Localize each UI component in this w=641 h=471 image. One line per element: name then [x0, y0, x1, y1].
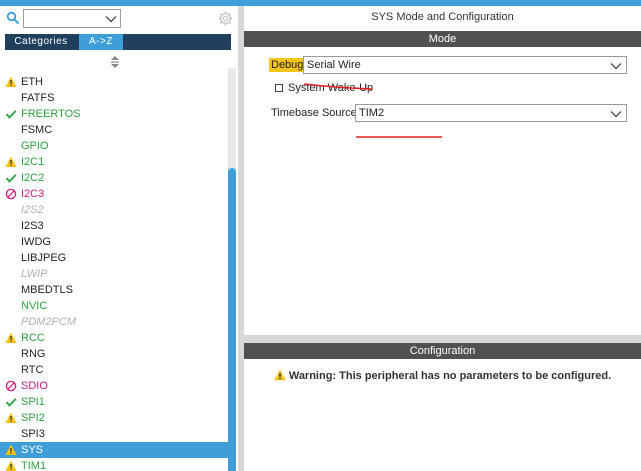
- peripheral-item-label: ETH: [21, 76, 43, 88]
- warning-icon: [5, 76, 17, 87]
- peripheral-item-label: I2S2: [21, 204, 44, 216]
- peripheral-item[interactable]: FATFS: [0, 90, 228, 106]
- warning-icon: [5, 460, 17, 471]
- mode-section-header: Mode: [244, 31, 641, 47]
- warning-icon: [5, 412, 17, 423]
- view-tabs: Categories A->Z: [5, 34, 231, 50]
- peripheral-item-label: I2S3: [21, 220, 44, 232]
- peripheral-item[interactable]: SPI1: [0, 394, 228, 410]
- debug-select[interactable]: Serial Wire: [303, 56, 627, 74]
- chevron-down-icon[interactable]: [105, 13, 117, 25]
- peripheral-item[interactable]: I2C2: [0, 170, 228, 186]
- peripheral-item-label: TIM1: [21, 460, 47, 471]
- peripheral-item-label: PDM2PCM: [21, 316, 77, 328]
- peripheral-item-label: SYS: [21, 444, 44, 456]
- peripheral-item-label: I2C2: [21, 172, 45, 184]
- peripheral-item[interactable]: SPI2: [0, 410, 228, 426]
- peripheral-item[interactable]: FSMC: [0, 122, 228, 138]
- peripheral-item[interactable]: I2C3: [0, 186, 228, 202]
- no-parameters-warning: Warning: This peripheral has no paramete…: [244, 369, 641, 382]
- peripheral-item-label: LIBJPEG: [21, 252, 67, 264]
- peripheral-item[interactable]: I2C1: [0, 154, 228, 170]
- tab-categories[interactable]: Categories: [5, 34, 77, 50]
- peripheral-item-label: RNG: [21, 348, 46, 360]
- peripheral-item[interactable]: LIBJPEG: [0, 250, 228, 266]
- peripheral-item-label: SPI3: [21, 428, 45, 440]
- page-title: SYS Mode and Configuration: [371, 11, 514, 23]
- list-scrollbar[interactable]: [228, 68, 236, 471]
- warning-icon: [5, 444, 17, 455]
- peripheral-item[interactable]: SPI3: [0, 426, 228, 442]
- chevron-down-icon: [610, 63, 622, 70]
- peripheral-item[interactable]: MBEDTLS: [0, 282, 228, 298]
- check-icon: [5, 110, 17, 119]
- blocked-icon: [5, 380, 17, 392]
- debug-select-value: Serial Wire: [307, 59, 361, 71]
- peripheral-item-label: RTC: [21, 364, 44, 376]
- peripheral-item-label: I2C1: [21, 156, 45, 168]
- debug-label: Debug: [269, 58, 306, 72]
- peripheral-item[interactable]: FREERTOS: [0, 106, 228, 122]
- peripheral-item[interactable]: I2S3: [0, 218, 228, 234]
- timebase-source-label: Timebase Source: [271, 107, 357, 119]
- peripheral-item-label: SPI2: [21, 412, 45, 424]
- warning-icon: [5, 156, 17, 167]
- warning-text: Warning: This peripheral has no paramete…: [288, 370, 612, 382]
- peripheral-item[interactable]: RNG: [0, 346, 228, 362]
- peripheral-item-label: SPI1: [21, 396, 45, 408]
- peripheral-item-label: GPIO: [21, 140, 49, 152]
- peripheral-item-label: IWDG: [21, 236, 51, 248]
- check-icon: [5, 398, 17, 407]
- mode-configuration-panel: SYS Mode and Configuration Mode Debug Se…: [244, 6, 641, 471]
- peripheral-item[interactable]: LWIP: [0, 266, 228, 282]
- peripheral-item[interactable]: ETH: [0, 74, 228, 90]
- tab-a-to-z[interactable]: A->Z: [79, 34, 123, 50]
- peripheral-item[interactable]: SYS: [0, 442, 228, 458]
- search-icon[interactable]: [6, 11, 20, 25]
- warning-icon: [274, 369, 286, 381]
- peripheral-item[interactable]: PDM2PCM: [0, 314, 228, 330]
- section-divider[interactable]: [244, 335, 641, 343]
- red-annotation-stroke: [303, 83, 373, 90]
- sort-handle-icon[interactable]: [108, 55, 122, 69]
- gear-icon[interactable]: [218, 11, 233, 26]
- peripheral-item-label: RCC: [21, 332, 45, 344]
- scrollbar-thumb[interactable]: [228, 168, 236, 471]
- peripheral-panel: Categories A->Z ETH FATFS FREERTOS FSMC GPIO…: [0, 6, 238, 471]
- peripheral-item[interactable]: RTC: [0, 362, 228, 378]
- peripheral-item[interactable]: NVIC: [0, 298, 228, 314]
- peripheral-item-label: I2C3: [21, 188, 45, 200]
- peripheral-item-label: FSMC: [21, 124, 53, 136]
- peripheral-item[interactable]: I2S2: [0, 202, 228, 218]
- peripheral-item-label: MBEDTLS: [21, 284, 73, 296]
- peripheral-item[interactable]: IWDG: [0, 234, 228, 250]
- peripheral-item-label: SDIO: [21, 380, 48, 392]
- window: { "left_panel": { "search": { "value": "…: [0, 0, 641, 471]
- peripheral-item[interactable]: SDIO: [0, 378, 228, 394]
- timebase-source-select[interactable]: TIM2: [355, 104, 627, 122]
- peripheral-item-label: NVIC: [21, 300, 48, 312]
- timebase-select-value: TIM2: [359, 107, 385, 119]
- peripheral-item-label: FATFS: [21, 92, 55, 104]
- warning-icon: [5, 332, 17, 343]
- peripheral-item-label: LWIP: [21, 268, 48, 280]
- chevron-down-icon: [610, 111, 622, 118]
- peripheral-item-label: FREERTOS: [21, 108, 81, 120]
- search-row: [0, 8, 238, 30]
- peripheral-item[interactable]: RCC: [0, 330, 228, 346]
- check-icon: [5, 174, 17, 183]
- peripheral-item[interactable]: GPIO: [0, 138, 228, 154]
- system-wakeup-checkbox[interactable]: [275, 84, 283, 92]
- search-input[interactable]: [23, 9, 121, 28]
- peripheral-item[interactable]: TIM1: [0, 458, 228, 471]
- blocked-icon: [5, 188, 17, 200]
- configuration-section-header: Configuration: [244, 343, 641, 359]
- red-annotation-stroke: [356, 136, 442, 138]
